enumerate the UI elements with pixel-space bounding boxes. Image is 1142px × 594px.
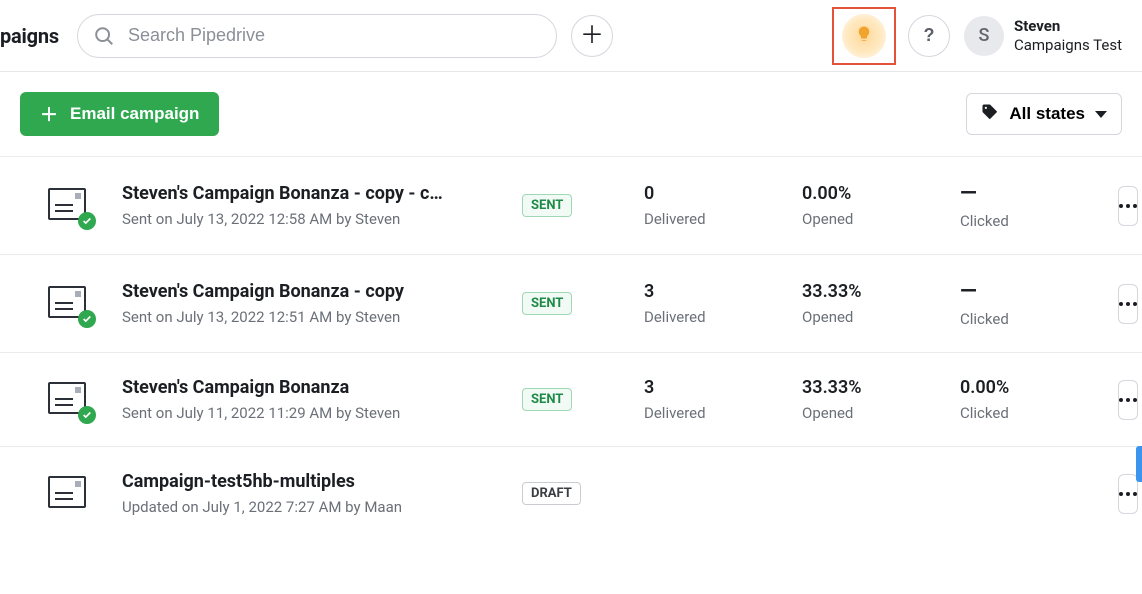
campaign-subtitle: Updated on July 1, 2022 7:27 AM by Maan [122,498,510,516]
metric-delivered: 3 Delivered [644,377,790,422]
user-subtitle: Campaigns Test [1014,36,1122,55]
metric-label: Opened [802,308,948,326]
metric-label: Clicked [960,310,1106,328]
metric-value: 33.33% [802,377,948,398]
metric-label: Delivered [644,404,790,422]
filter-label: All states [1009,104,1085,124]
help-button[interactable]: ? [908,15,950,57]
metric-clicked: — Clicked [960,279,1106,328]
campaign-icon [48,382,90,418]
metric-value: 33.33% [802,281,948,302]
user-name: Steven [1014,17,1122,36]
status-col: SENT [522,388,632,411]
check-badge-icon [78,310,96,328]
avatar: S [964,16,1004,56]
campaign-title: Steven's Campaign Bonanza [122,377,510,398]
campaign-subtitle: Sent on July 11, 2022 11:29 AM by Steven [122,404,510,422]
metric-value: — [960,279,1106,304]
campaign-main: Steven's Campaign Bonanza - copy - c… Se… [122,183,510,228]
top-bar: paigns ＋ ? S Steven Campaigns Test [0,0,1142,72]
filter-states-button[interactable]: All states [966,93,1122,135]
metric-value: 3 [644,281,790,302]
lightbulb-icon [855,25,873,46]
campaign-main: Steven's Campaign Bonanza - copy Sent on… [122,281,510,326]
status-badge: SENT [522,292,572,315]
campaign-title: Campaign-test5hb-multiples [122,471,510,492]
more-button[interactable] [1118,284,1138,324]
campaign-row[interactable]: Steven's Campaign Bonanza - copy - c… Se… [0,157,1142,255]
campaign-icon [48,286,90,322]
hints-highlight [832,7,896,65]
dots-icon [1119,492,1137,496]
check-badge-icon [78,406,96,424]
metric-opened: 33.33% Opened [802,281,948,326]
campaign-row[interactable]: Campaign-test5hb-multiples Updated on Ju… [0,447,1142,540]
metric-value: 0.00% [960,377,1106,398]
search-icon [93,25,115,47]
campaign-icon [48,476,90,512]
campaign-title: Steven's Campaign Bonanza - copy - c… [122,183,510,204]
metric-clicked: 0.00% Clicked [960,377,1106,422]
check-badge-icon [78,212,96,230]
user-menu[interactable]: S Steven Campaigns Test [964,16,1122,56]
metric-value: 3 [644,377,790,398]
toolbar: ＋ Email campaign All states [0,72,1142,157]
more-button[interactable] [1118,474,1138,514]
dots-icon [1119,204,1137,208]
status-col: SENT [522,194,632,217]
help-icon: ? [923,25,934,46]
metric-opened: 0.00% Opened [802,183,948,228]
search-wrap [77,14,557,58]
campaign-row[interactable]: Steven's Campaign Bonanza Sent on July 1… [0,353,1142,447]
status-badge: DRAFT [522,482,581,505]
search-input[interactable] [77,14,557,58]
campaign-subtitle: Sent on July 13, 2022 12:51 AM by Steven [122,308,510,326]
campaign-main: Steven's Campaign Bonanza Sent on July 1… [122,377,510,422]
metric-label: Delivered [644,308,790,326]
page-title: paigns [0,24,59,48]
campaign-row[interactable]: Steven's Campaign Bonanza - copy Sent on… [0,255,1142,353]
metric-value: — [960,181,1106,206]
dots-icon [1119,302,1137,306]
user-text: Steven Campaigns Test [1014,17,1122,55]
status-col: SENT [522,292,632,315]
metric-label: Delivered [644,210,790,228]
dots-icon [1119,398,1137,402]
campaign-subtitle: Sent on July 13, 2022 12:58 AM by Steven [122,210,510,228]
plus-icon: ＋ [580,24,604,48]
metric-clicked: — Clicked [960,181,1106,230]
metric-label: Clicked [960,212,1106,230]
campaign-icon [48,188,90,224]
metric-label: Clicked [960,404,1106,422]
metric-label: Opened [802,210,948,228]
metric-delivered: 0 Delivered [644,183,790,228]
add-button[interactable]: ＋ [571,15,613,57]
new-campaign-label: Email campaign [70,104,199,124]
new-campaign-button[interactable]: ＋ Email campaign [20,92,219,136]
metric-label: Opened [802,404,948,422]
metric-opened: 33.33% Opened [802,377,948,422]
chevron-down-icon [1095,111,1107,118]
plus-icon: ＋ [40,101,58,127]
status-badge: SENT [522,388,572,411]
metric-value: 0 [644,183,790,204]
metric-delivered: 3 Delivered [644,281,790,326]
status-badge: SENT [522,194,572,217]
more-button[interactable] [1118,380,1138,420]
tag-icon [981,103,999,126]
campaign-title: Steven's Campaign Bonanza - copy [122,281,510,302]
more-button[interactable] [1118,186,1138,226]
campaign-main: Campaign-test5hb-multiples Updated on Ju… [122,471,510,516]
hints-button[interactable] [842,14,886,58]
campaign-list: Steven's Campaign Bonanza - copy - c… Se… [0,157,1142,540]
status-col: DRAFT [522,482,632,505]
scroll-indicator[interactable] [1136,446,1142,482]
metric-value: 0.00% [802,183,948,204]
